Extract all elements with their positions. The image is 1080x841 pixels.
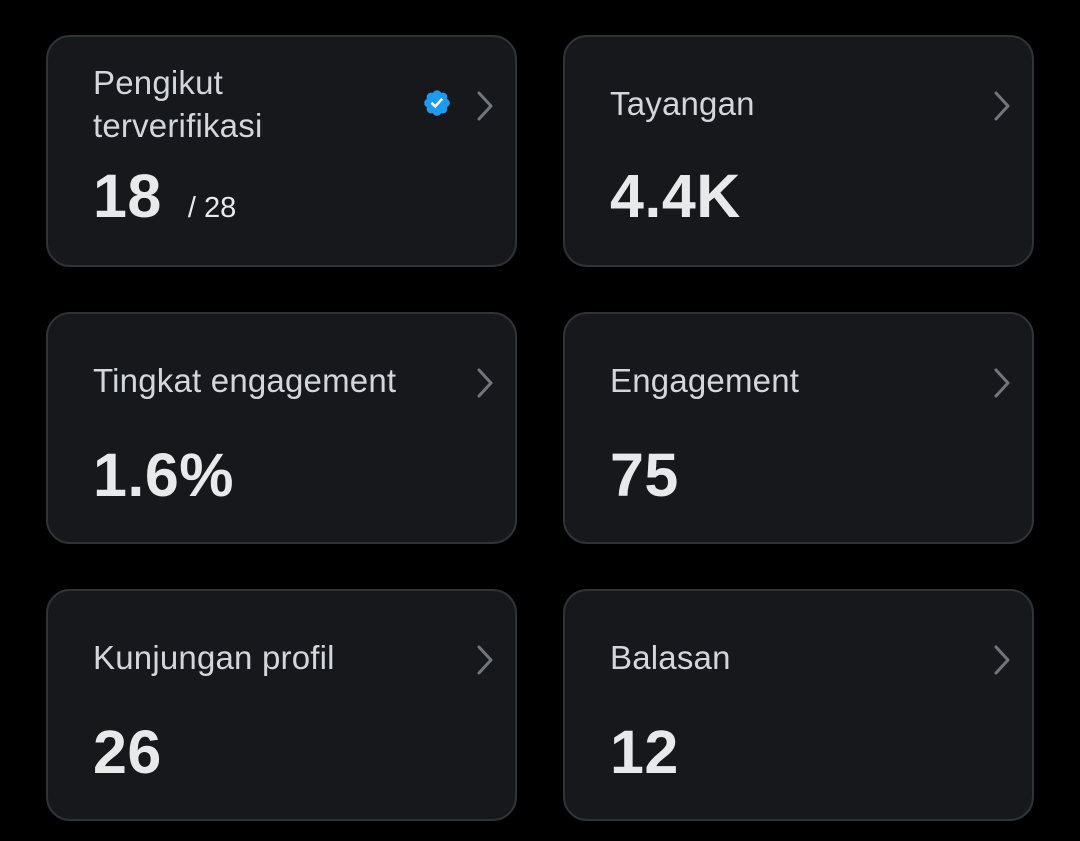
verified-badge-icon	[422, 88, 452, 118]
card-value: 12	[610, 718, 679, 786]
card-title: Balasan	[610, 639, 731, 676]
card-value: 75	[610, 441, 679, 509]
card-value-row: 12	[610, 717, 679, 787]
card-value-row: 26	[93, 717, 162, 787]
card-title: Kunjungan profil	[93, 639, 335, 676]
card-verified-followers[interactable]: Pengikut terverifikasi 18 / 28	[46, 35, 517, 267]
card-engagement[interactable]: Engagement 75	[563, 312, 1034, 544]
card-title: Pengikut terverifikasi	[93, 61, 393, 147]
card-value: 4.4K	[610, 162, 741, 230]
analytics-grid: Pengikut terverifikasi 18 / 28 Tayangan	[46, 35, 1034, 821]
card-value-row: 1.6%	[93, 440, 234, 510]
card-value-row: 18 / 28	[93, 161, 236, 231]
card-title-line2: terverifikasi	[93, 107, 263, 144]
chevron-right-icon	[990, 89, 1014, 123]
chevron-right-icon	[990, 643, 1014, 677]
card-title: Tingkat engagement	[93, 362, 397, 399]
card-title: Tayangan	[610, 85, 755, 122]
chevron-right-icon	[473, 643, 497, 677]
card-value-row: 75	[610, 440, 679, 510]
card-value: 18	[93, 162, 162, 230]
card-replies[interactable]: Balasan 12	[563, 589, 1034, 821]
card-title-line1: Pengikut	[93, 64, 224, 101]
card-impressions[interactable]: Tayangan 4.4K	[563, 35, 1034, 267]
chevron-right-icon	[473, 89, 497, 123]
card-sub-value: / 28	[187, 192, 237, 224]
card-value-row: 4.4K	[610, 161, 741, 231]
card-title: Engagement	[610, 362, 800, 399]
card-profile-visits[interactable]: Kunjungan profil 26	[46, 589, 517, 821]
card-engagement-rate[interactable]: Tingkat engagement 1.6%	[46, 312, 517, 544]
card-value: 26	[93, 718, 162, 786]
chevron-right-icon	[473, 366, 497, 400]
card-value: 1.6%	[93, 441, 235, 509]
chevron-right-icon	[990, 366, 1014, 400]
